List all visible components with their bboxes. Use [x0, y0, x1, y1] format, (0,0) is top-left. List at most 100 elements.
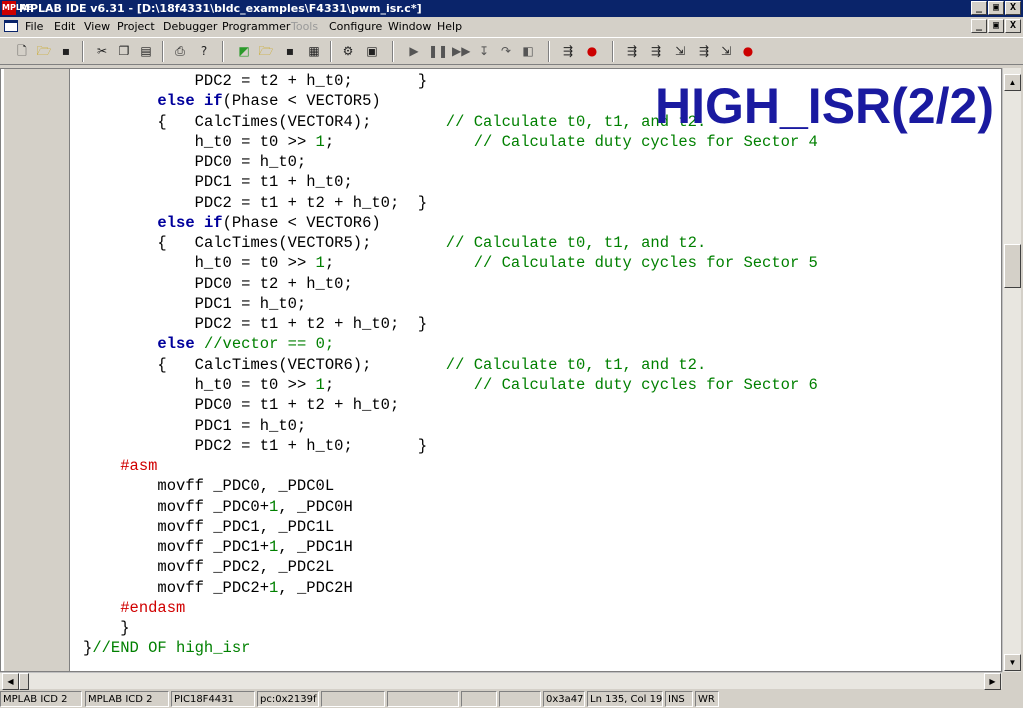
copy-icon[interactable]: ❐: [116, 43, 132, 59]
status-line-col: Ln 135, Col 19: [587, 691, 663, 707]
code-comment: // Calculate duty cycles for Sector 5: [473, 254, 818, 273]
open-folder-icon[interactable]: 🗁: [36, 43, 52, 59]
run-icon[interactable]: ▶: [406, 43, 422, 59]
step-into-icon[interactable]: ↧: [476, 43, 492, 59]
close-button[interactable]: X: [1005, 1, 1021, 15]
step-over-icon[interactable]: ↷: [498, 43, 514, 59]
status-device: PIC18F4431: [171, 691, 255, 707]
cut-icon[interactable]: ✂: [94, 43, 110, 59]
status-empty-2: [387, 691, 459, 707]
release-icon[interactable]: ⇲: [718, 43, 734, 59]
status-write-mode: WR: [695, 691, 719, 707]
status-debugger: MPLAB ICD 2: [0, 691, 82, 707]
scroll-up-icon[interactable]: ▲: [1004, 74, 1021, 91]
new-project-icon[interactable]: ◩: [236, 43, 252, 59]
code-listing[interactable]: PDC2 = t2 + h_t0; } else if(Phase < VECT…: [83, 71, 818, 659]
menu-window[interactable]: Window: [388, 17, 431, 36]
blank-check-icon[interactable]: ⇶: [696, 43, 712, 59]
status-empty-4: [499, 691, 541, 707]
paste-icon[interactable]: ▤: [138, 43, 154, 59]
window-title-bar[interactable]: MPLAB MPLAB IDE v6.31 - [D:\18f4331\bldc…: [0, 0, 1023, 17]
new-file-icon[interactable]: 🗋: [14, 43, 30, 59]
code-line: PDC2 = t1 + t2 + h_t0; }: [83, 315, 428, 334]
code-comment: // Calculate duty cycles for Sector 4: [473, 132, 818, 151]
status-insert-mode: INS: [665, 691, 693, 707]
code-comment: // Calculate duty cycles for Sector 6: [473, 375, 818, 394]
code-line: PDC0 = t2 + h_t0;: [83, 274, 353, 293]
erase-icon[interactable]: ⇲: [672, 43, 688, 59]
menu-programmer[interactable]: Programmer: [222, 17, 290, 36]
minimize-button[interactable]: _: [971, 1, 987, 15]
menu-bar: File Edit View Project Debugger Programm…: [0, 17, 1023, 36]
scroll-thumb[interactable]: [1004, 244, 1021, 288]
reconnect-icon[interactable]: ●: [740, 43, 756, 59]
reset-icon[interactable]: ◧: [520, 43, 536, 59]
asm-directive: #asm: [120, 457, 158, 476]
read-device-icon[interactable]: ⇶: [624, 43, 640, 59]
else-keyword: else: [157, 335, 195, 354]
slide-title: HIGH_ISR(2/2): [655, 78, 994, 134]
status-empty-3: [461, 691, 497, 707]
code-comment: // Calculate t0, t1, and t2.: [445, 355, 707, 374]
restore-button[interactable]: ▣: [988, 1, 1004, 15]
code-line: PDC2 = t2 + h_t0; }: [83, 72, 428, 90]
status-programmer: MPLAB ICD 2: [85, 691, 169, 707]
scroll-left-icon[interactable]: ◀: [2, 673, 19, 690]
horizontal-scrollbar[interactable]: ◀ ▶: [0, 672, 1002, 690]
scroll-down-icon[interactable]: ▼: [1004, 654, 1021, 671]
animate-icon[interactable]: ▶▶: [452, 43, 470, 59]
code-line: movff _PDC0, _PDC0L: [83, 477, 335, 496]
code-comment: //vector == 0;: [203, 335, 335, 354]
doc-close-button[interactable]: X: [1005, 19, 1021, 33]
editor-gutter[interactable]: [4, 69, 70, 671]
build-icon[interactable]: ▦: [306, 43, 322, 59]
menu-tools[interactable]: Tools: [291, 17, 318, 36]
menu-view[interactable]: View: [84, 17, 110, 36]
menu-help[interactable]: Help: [437, 17, 462, 36]
menu-file[interactable]: File: [25, 17, 43, 36]
endasm-directive: #endasm: [120, 598, 186, 617]
code-editor[interactable]: PDC2 = t2 + h_t0; } else if(Phase < VECT…: [0, 68, 1002, 672]
vertical-scrollbar[interactable]: ▲ ▼: [1002, 68, 1021, 672]
save-project-icon[interactable]: ▪: [282, 43, 298, 59]
toolbar: 🗋 🗁 ▪ ✂ ❐ ▤ ⎙ ? ◩ 🗁 ▪ ▦ ⚙ ▣ ▶ ❚❚ ▶▶ ↧ ↷ …: [0, 37, 1023, 65]
halt-icon[interactable]: ❚❚: [428, 43, 448, 59]
if-keyword: if: [203, 213, 223, 232]
program-device-icon[interactable]: ⇶: [560, 43, 576, 59]
code-line: PDC1 = h_t0;: [83, 294, 307, 313]
open-project-icon[interactable]: 🗁: [258, 43, 274, 59]
code-line: PDC1 = t1 + h_t0;: [83, 173, 353, 192]
connect-icon[interactable]: ●: [584, 43, 600, 59]
if-keyword: if: [203, 92, 223, 111]
doc-restore-button[interactable]: ▣: [988, 19, 1004, 33]
window-title: MPLAB IDE v6.31 - [D:\18f4331\bldc_examp…: [19, 2, 422, 15]
doc-minimize-button[interactable]: _: [971, 19, 987, 33]
horizontal-scroll-thumb[interactable]: [19, 673, 29, 690]
code-line: PDC2 = t1 + t2 + h_t0; }: [83, 193, 428, 212]
document-icon[interactable]: [4, 20, 18, 32]
status-bar: MPLAB ICD 2 MPLAB ICD 2 PIC18F4431 pc:0x…: [0, 690, 1023, 708]
menu-configure[interactable]: Configure: [329, 17, 382, 36]
help-icon[interactable]: ?: [196, 43, 212, 59]
code-comment: //END OF high_isr: [92, 639, 251, 658]
menu-debugger[interactable]: Debugger: [163, 17, 217, 36]
verify-icon[interactable]: ⇶: [648, 43, 664, 59]
menu-edit[interactable]: Edit: [54, 17, 75, 36]
find-icon[interactable]: ⚙: [340, 43, 356, 59]
code-line: movff _PDC2, _PDC2L: [83, 558, 335, 577]
code-line: PDC2 = t1 + h_t0; }: [83, 436, 428, 455]
mplab-app-icon[interactable]: MPLAB: [2, 1, 33, 15]
save-icon[interactable]: ▪: [58, 43, 74, 59]
menu-project[interactable]: Project: [117, 17, 155, 36]
print-icon[interactable]: ⎙: [172, 43, 188, 59]
scroll-right-icon[interactable]: ▶: [984, 673, 1001, 690]
options-icon[interactable]: ▣: [364, 43, 380, 59]
else-keyword: else: [157, 92, 195, 111]
code-line: movff _PDC1, _PDC1L: [83, 517, 335, 536]
code-line: PDC1 = h_t0;: [83, 416, 307, 435]
code-line: PDC0 = h_t0;: [83, 153, 307, 172]
code-line: }: [83, 619, 130, 638]
code-line: PDC0 = t1 + t2 + h_t0;: [83, 396, 400, 415]
status-empty-1: [321, 691, 385, 707]
status-pc: pc:0x2139f!: [257, 691, 319, 707]
